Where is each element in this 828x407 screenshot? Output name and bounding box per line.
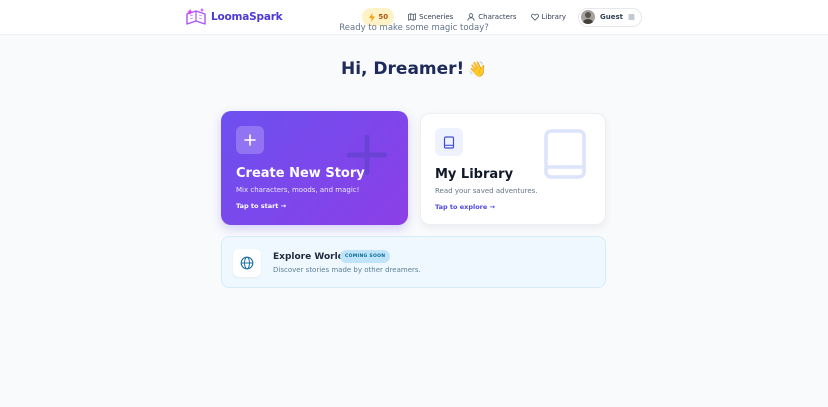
hamburger-icon — [628, 14, 635, 20]
nav-characters-label: Characters — [478, 13, 517, 21]
nav-library-label: Library — [541, 13, 566, 21]
user-icon — [467, 13, 475, 21]
explore-icon-box — [233, 249, 261, 277]
nav-characters[interactable]: Characters — [467, 13, 517, 21]
explore-title: Explore Worlds — [273, 252, 350, 262]
nav-library[interactable]: Library — [530, 13, 566, 21]
brand-name: LoomaSpark — [211, 11, 283, 23]
user-name: Guest — [600, 13, 623, 21]
heart-icon — [530, 13, 539, 21]
plus-icon — [244, 134, 256, 146]
create-card-title: Create New Story — [236, 166, 365, 181]
lightning-icon — [369, 12, 376, 22]
page-title: Hi, Dreamer! 👋 — [341, 59, 487, 79]
create-card-cta[interactable]: Tap to start → — [236, 202, 286, 210]
avatar — [581, 10, 595, 24]
greeting-section: Hi, Dreamer! 👋 — [0, 59, 828, 79]
library-card[interactable]: My Library Read your saved adventures. T… — [420, 113, 606, 225]
nav-sceneries-label: Sceneries — [419, 13, 454, 21]
greeting-subtitle: Ready to make some magic today? — [339, 23, 489, 33]
globe-icon — [240, 256, 254, 270]
book-watermark-icon — [544, 129, 586, 179]
create-story-card[interactable]: Create New Story Mix characters, moods, … — [221, 111, 408, 225]
map-icon — [408, 13, 417, 21]
library-card-description: Read your saved adventures. — [435, 187, 538, 195]
energy-count: 50 — [378, 13, 389, 21]
library-card-cta[interactable]: Tap to explore → — [435, 203, 495, 211]
greeting-title: Hi, Dreamer! — [341, 59, 465, 79]
book-icon — [443, 135, 455, 149]
create-card-description: Mix characters, moods, and magic! — [236, 186, 360, 194]
library-icon-box — [435, 128, 463, 156]
explore-worlds-card[interactable]: Explore Worlds COMING SOON Discover stor… — [221, 236, 606, 288]
nav-sceneries[interactable]: Sceneries — [408, 13, 453, 21]
library-card-title: My Library — [435, 167, 514, 182]
explore-description: Discover stories made by other dreamers. — [273, 266, 421, 274]
create-icon-box — [236, 126, 264, 154]
waving-hand-icon: 👋 — [468, 60, 487, 78]
coming-soon-badge: COMING SOON — [340, 250, 391, 263]
